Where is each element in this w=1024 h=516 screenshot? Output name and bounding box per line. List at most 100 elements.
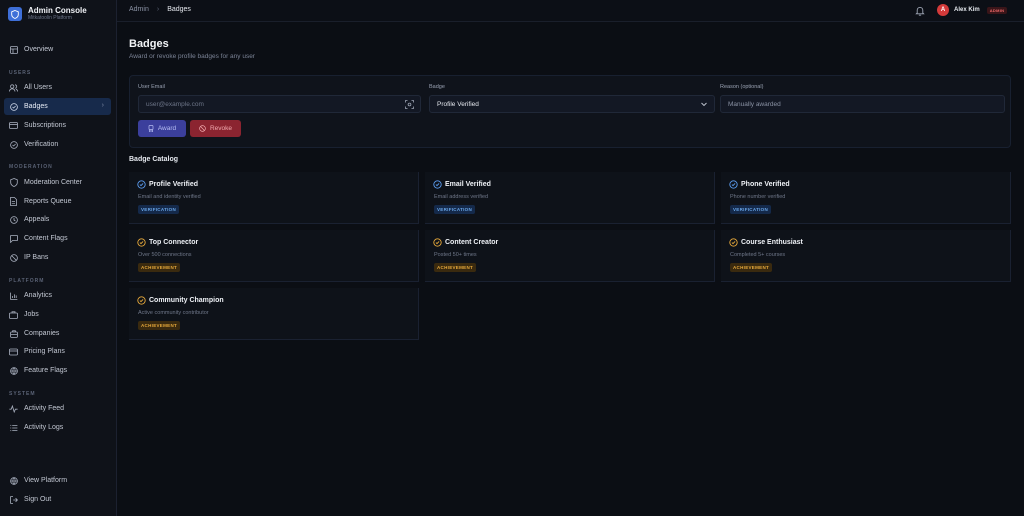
badge-name: Top Connector: [149, 239, 199, 246]
shield-logo-icon: [8, 7, 22, 21]
badge-description: Completed 5+ courses: [730, 252, 786, 258]
ban-icon: [9, 253, 18, 262]
sidebar-item-label: IP Bans: [24, 254, 49, 261]
brand-subtitle: Mitkatoolin Platform: [28, 15, 72, 21]
sidebar-item-label: Content Flags: [24, 235, 68, 242]
grid-icon: [9, 45, 18, 54]
role-badge: ADMIN: [986, 6, 1008, 14]
sidebar-item-overview[interactable]: Overview: [4, 41, 111, 58]
badge-check-icon: [9, 102, 18, 111]
check-circle-icon: [433, 180, 442, 189]
award-button-label: Award: [157, 125, 177, 132]
globe-icon: [9, 476, 18, 485]
badge-card[interactable]: Phone Verified Phone number verified VER…: [721, 172, 1011, 224]
check-circle-icon: [137, 180, 146, 189]
check-circle-icon: [137, 238, 146, 247]
badge-tag: ACHIEVEMENT: [138, 321, 181, 330]
sidebar-item-sign-out[interactable]: Sign Out: [4, 491, 111, 508]
bell-icon[interactable]: [914, 5, 926, 17]
badge-tag: VERIFICATION: [434, 205, 476, 214]
sidebar-item-verification[interactable]: Verification: [4, 136, 111, 153]
globe-icon: [9, 366, 18, 375]
sidebar-item-label: Verification: [24, 141, 59, 148]
email-label: User Email: [138, 84, 165, 90]
sidebar-item-appeals[interactable]: Appeals: [4, 211, 111, 228]
badge-card[interactable]: Top Connector Over 500 connections ACHIE…: [129, 230, 419, 282]
scan-icon[interactable]: [405, 100, 414, 111]
sidebar-item-label: Moderation Center: [24, 179, 82, 186]
sidebar-item-label: Feature Flags: [24, 367, 68, 374]
sidebar-item-label: Overview: [24, 46, 54, 53]
badge-card[interactable]: Profile Verified Email and identity veri…: [129, 172, 419, 224]
reason-label: Reason (optional): [720, 84, 764, 90]
badge-card[interactable]: Course Enthusiast Completed 5+ courses A…: [721, 230, 1011, 282]
chat-flag-icon: [9, 234, 18, 243]
revoke-button[interactable]: Revoke: [190, 120, 241, 137]
sidebar-item-label: Appeals: [24, 216, 50, 223]
sidebar-item-companies[interactable]: Companies: [4, 325, 111, 342]
sidebar-item-feature-flags[interactable]: Feature Flags: [4, 362, 111, 379]
sidebar-item-analytics[interactable]: Analytics: [4, 287, 111, 304]
clock-icon: [9, 215, 18, 224]
sidebar-item-subscriptions[interactable]: Subscriptions: [4, 117, 111, 134]
sidebar-item-moderation-center[interactable]: Moderation Center: [4, 174, 111, 191]
user-menu[interactable]: A Alex Kim ADMIN: [937, 4, 1008, 16]
breadcrumb-current: Badges: [167, 6, 191, 13]
breadcrumb-admin-link[interactable]: Admin: [129, 6, 149, 13]
check-circle-icon: [729, 180, 738, 189]
sidebar-item-all-users[interactable]: All Users: [4, 79, 111, 96]
badge-description: Email address verified: [434, 194, 489, 200]
logout-icon: [9, 495, 18, 504]
sidebar-item-activity-feed[interactable]: Activity Feed: [4, 400, 111, 417]
sidebar-item-reports-queue[interactable]: Reports Queue: [4, 193, 111, 210]
breadcrumb: Admin › Badges: [129, 6, 191, 13]
revoke-button-label: Revoke: [209, 125, 233, 132]
document-icon: [9, 197, 18, 206]
sidebar-item-jobs[interactable]: Jobs: [4, 306, 111, 323]
check-circle-icon: [729, 238, 738, 247]
email-input[interactable]: [146, 100, 396, 108]
badge-card[interactable]: Community Champion Active community cont…: [129, 288, 419, 340]
badge-tag: ACHIEVEMENT: [138, 263, 181, 272]
page-title: Badges: [129, 38, 169, 50]
badge-name: Content Creator: [445, 239, 499, 246]
sidebar-item-label: Subscriptions: [24, 122, 67, 129]
list-icon: [9, 423, 18, 432]
sidebar: Admin Console Mitkatoolin Platform Overv…: [0, 0, 117, 516]
users-icon: [9, 83, 18, 92]
briefcase-icon: [9, 310, 18, 319]
sidebar-item-label: All Users: [24, 84, 53, 91]
building-icon: [9, 329, 18, 338]
brand[interactable]: Admin Console Mitkatoolin Platform: [8, 6, 87, 22]
sidebar-item-content-flags[interactable]: Content Flags: [4, 230, 111, 247]
sidebar-item-pricing-plans[interactable]: Pricing Plans: [4, 343, 111, 360]
reason-field[interactable]: Manually awarded: [720, 95, 1005, 113]
badge-tag: VERIFICATION: [730, 205, 772, 214]
sidebar-item-label: Badges: [24, 103, 48, 110]
award-icon: [148, 125, 154, 132]
credit-card-icon: [9, 121, 18, 130]
award-button[interactable]: Award: [138, 120, 186, 137]
badge-select[interactable]: Profile Verified: [429, 95, 715, 113]
badge-description: Email and identity verified: [138, 194, 201, 200]
section-label-system: SYSTEM: [9, 391, 36, 397]
top-bar: Admin › Badges A Alex Kim ADMIN: [117, 0, 1024, 22]
badge-card[interactable]: Content Creator Posted 50+ times ACHIEVE…: [425, 230, 715, 282]
badge-description: Posted 50+ times: [434, 252, 477, 258]
email-field[interactable]: [138, 95, 421, 113]
sidebar-item-label: View Platform: [24, 477, 68, 484]
sidebar-item-badges[interactable]: Badges ›: [4, 98, 111, 115]
sidebar-item-ip-bans[interactable]: IP Bans: [4, 249, 111, 266]
badge-description: Active community contributor: [138, 310, 209, 316]
badge-tag: VERIFICATION: [138, 205, 180, 214]
award-form: User Email Badge Profile Verified Reason…: [129, 75, 1011, 148]
badge-name: Phone Verified: [741, 181, 790, 188]
sidebar-item-view-platform[interactable]: View Platform: [4, 472, 111, 489]
sidebar-item-label: Reports Queue: [24, 198, 72, 205]
sidebar-item-label: Jobs: [24, 311, 39, 318]
activity-icon: [9, 404, 18, 413]
page-subtitle: Award or revoke profile badges for any u…: [129, 53, 255, 60]
sidebar-item-activity-logs[interactable]: Activity Logs: [4, 419, 111, 436]
section-label-platform: PLATFORM: [9, 278, 45, 284]
badge-card[interactable]: Email Verified Email address verified VE…: [425, 172, 715, 224]
